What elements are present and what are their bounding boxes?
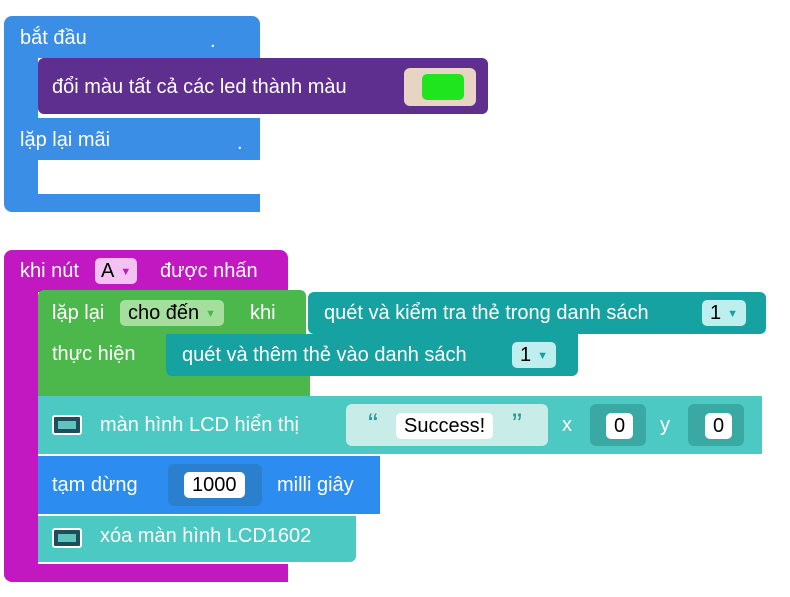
scan-add-card-label: quét và thêm thẻ vào danh sách (182, 344, 467, 366)
pause-unit-label: milli giây (277, 474, 354, 496)
condition-list-dropdown[interactable]: 1 ▼ (702, 300, 747, 326)
lcd-screen-icon (52, 528, 82, 548)
lcd-show-label: màn hình LCD hiển thị (100, 414, 300, 436)
repeat-label: lặp lại (52, 302, 105, 324)
forever-dot: . (237, 132, 243, 154)
on-start-dot: . (210, 30, 216, 52)
x-value: 0 (614, 415, 626, 437)
y-value: 0 (713, 415, 725, 437)
lcd-screen-icon (52, 415, 82, 435)
chevron-down-icon: ▼ (205, 307, 217, 320)
button-event-prefix: khi nút (20, 260, 79, 282)
condition-list-value: 1 (710, 302, 722, 324)
open-quote-icon: “ (368, 408, 378, 441)
lcd-clear-label: xóa màn hình LCD1602 (100, 525, 312, 547)
y-value-input[interactable]: 0 (705, 413, 733, 439)
button-event-bottom-bar (4, 564, 288, 582)
pause-duration-input[interactable]: 1000 (184, 472, 245, 498)
chevron-down-icon: ▼ (727, 307, 739, 320)
chevron-down-icon: ▼ (537, 349, 549, 362)
chevron-down-icon: ▼ (120, 265, 132, 278)
repeat-until-bottom-bar (38, 374, 310, 396)
repeat-when-label: khi (250, 302, 276, 324)
x-value-input[interactable]: 0 (606, 413, 634, 439)
forever-body-arm (4, 158, 38, 196)
scan-check-card-label: quét và kiểm tra thẻ trong danh sách (324, 302, 649, 324)
button-select-dropdown[interactable]: A ▼ (95, 258, 138, 284)
lcd-text-value: Success! (404, 415, 486, 437)
repeat-mode-value: cho đến (128, 302, 200, 324)
y-label: y (660, 414, 670, 436)
forever-label: lặp lại mãi (20, 129, 111, 151)
repeat-mode-dropdown[interactable]: cho đến ▼ (120, 300, 225, 326)
action-list-value: 1 (520, 344, 532, 366)
forever-bottom-bar (4, 194, 260, 212)
button-select-value: A (101, 260, 115, 282)
repeat-do-label: thực hiện (52, 343, 136, 365)
on-start-label: bắt đầu (20, 27, 87, 49)
action-list-dropdown[interactable]: 1 ▼ (512, 342, 557, 368)
pause-duration-value: 1000 (192, 474, 237, 496)
lcd-text-input[interactable]: Success! (396, 413, 494, 439)
close-quote-icon: ” (512, 408, 522, 441)
on-start-body-arm (4, 56, 38, 122)
button-event-suffix: được nhấn (160, 260, 258, 282)
pause-label: tạm dừng (52, 474, 138, 496)
set-all-leds-label: đổi màu tất cả các led thành màu (52, 76, 347, 98)
color-swatch-green[interactable] (422, 74, 464, 100)
button-event-body-arm (4, 290, 38, 568)
x-label: x (562, 414, 572, 436)
